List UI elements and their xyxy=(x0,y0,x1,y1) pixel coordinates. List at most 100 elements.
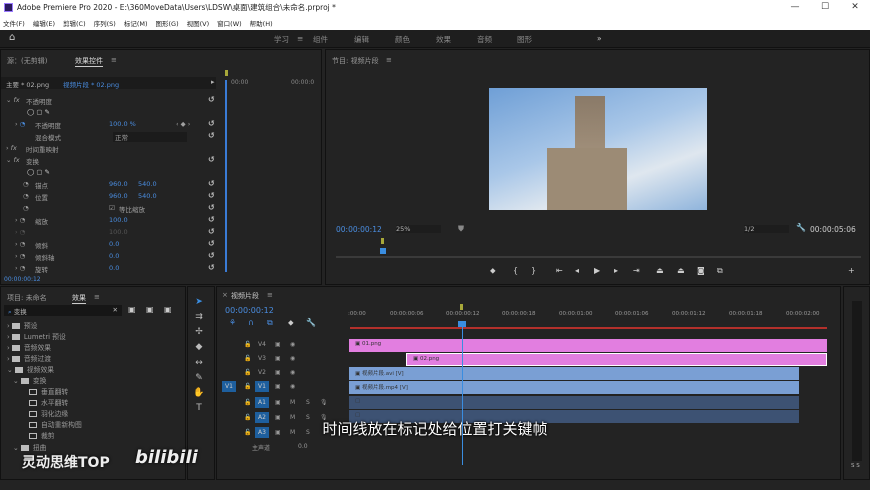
workspace-menu-icon[interactable]: ≡ xyxy=(297,34,303,43)
settings-wrench-icon[interactable]: 🔧 xyxy=(306,318,316,327)
tab-effect-controls[interactable]: 效果控件 xyxy=(75,56,103,67)
selection-tool-icon[interactable]: ➤ xyxy=(193,297,205,307)
razor-tool-icon[interactable]: ◆ xyxy=(193,342,205,352)
snap-magnet-icon[interactable]: ∩ xyxy=(248,318,254,327)
work-area-bar[interactable] xyxy=(350,327,827,329)
clip-video-mp4[interactable]: ▣ 视频片段.mp4 [V] xyxy=(349,381,799,394)
clip-01-png[interactable]: ▣ 01.png xyxy=(349,339,827,352)
go-to-in-button[interactable]: ⇤ xyxy=(556,266,563,275)
minimize-button[interactable]: — xyxy=(780,0,810,15)
workspace-more-button[interactable]: » xyxy=(597,34,602,43)
go-to-out-button[interactable]: ⇥ xyxy=(633,266,640,275)
home-icon[interactable]: ⌂ xyxy=(9,32,15,43)
effect-horizontal-flip[interactable]: 水平翻转 xyxy=(29,397,68,407)
clear-search-icon[interactable]: ✕ xyxy=(113,306,118,314)
extract-button[interactable]: ⏏ xyxy=(677,266,685,275)
menu-marker[interactable]: 标记(M) xyxy=(124,18,148,28)
tree-lumetri-presets[interactable]: › Lumetri 预设 xyxy=(7,331,66,341)
sequence-clip[interactable]: 视频片段 * 02.png xyxy=(63,79,119,89)
close-tab-icon[interactable]: × xyxy=(222,291,228,299)
opacity-value[interactable]: 100.0 % xyxy=(109,120,136,128)
menu-graphics[interactable]: 图形(G) xyxy=(156,18,179,28)
program-timecode[interactable]: 00:00:00:12 xyxy=(336,225,382,234)
meter-solo-labels[interactable]: S S xyxy=(851,463,860,469)
panel-menu-icon[interactable]: ≡ xyxy=(267,291,273,299)
panel-menu-icon[interactable]: ≡ xyxy=(386,56,392,64)
maximize-button[interactable]: ☐ xyxy=(810,0,840,15)
workspace-audio[interactable]: 音频 xyxy=(477,34,492,45)
accelerated-effects-icon[interactable]: ▣ xyxy=(128,305,136,314)
track-select-tool-icon[interactable]: ⇉ xyxy=(193,312,205,322)
tree-presets[interactable]: › 预设 xyxy=(7,320,37,330)
eye-icon[interactable]: ◉ xyxy=(290,369,295,376)
zoom-select[interactable]: 25% xyxy=(396,225,441,233)
menu-file[interactable]: 文件(F) xyxy=(3,18,25,28)
close-button[interactable]: ✕ xyxy=(840,0,870,15)
workspace-graphics[interactable]: 图形 xyxy=(517,34,532,45)
menu-view[interactable]: 视图(V) xyxy=(187,18,210,28)
pen-tool-icon[interactable]: ✎ xyxy=(193,373,205,383)
32bit-effects-icon[interactable]: ▣ xyxy=(146,305,154,314)
timeline-title[interactable]: 视频片段 xyxy=(231,291,259,301)
workspace-editing[interactable]: 编辑 xyxy=(354,34,369,45)
mark-out-button[interactable]: } xyxy=(531,266,536,275)
yuv-effects-icon[interactable]: ▣ xyxy=(164,305,172,314)
transform-section[interactable]: ⌄ fx 变换 ↺ xyxy=(1,155,216,167)
source-patch-v1[interactable]: V1 xyxy=(222,381,236,392)
clip-video-avi[interactable]: ▣ 视频片段.avi [V] xyxy=(349,367,799,380)
play-button[interactable]: ▶ xyxy=(594,266,600,275)
export-frame-camera-icon[interactable]: ◙ xyxy=(697,266,705,275)
timeline-playhead[interactable] xyxy=(462,327,463,465)
shield-icon[interactable]: ⛊ xyxy=(458,224,464,234)
scale-value[interactable]: 100.0 xyxy=(109,216,128,224)
slip-tool-icon[interactable]: ↔ xyxy=(193,358,205,368)
timeline-timecode[interactable]: 00:00:00:12 xyxy=(225,306,274,315)
eye-icon[interactable]: ◉ xyxy=(290,383,295,390)
ec-current-time[interactable]: 00:00:00:12 xyxy=(4,276,41,283)
tree-video-effects[interactable]: ⌄ 视频效果 xyxy=(7,364,54,374)
blend-mode-select[interactable]: 正常 xyxy=(113,132,187,142)
tab-project[interactable]: 项目: 未命名 xyxy=(7,293,47,303)
add-marker-button[interactable]: ⬥ xyxy=(490,266,496,276)
audio-clip-a1[interactable]: ▢ xyxy=(349,396,799,409)
play-icon[interactable]: ▸ xyxy=(211,78,215,86)
eye-icon[interactable]: ◉ xyxy=(290,355,295,362)
menu-edit[interactable]: 编辑(E) xyxy=(33,18,55,28)
add-button-plus-icon[interactable]: + xyxy=(848,266,855,275)
menu-sequence[interactable]: 序列(S) xyxy=(94,18,116,28)
tree-transform[interactable]: ⌄ 变换 xyxy=(13,375,46,385)
add-marker-icon[interactable]: ⬥ xyxy=(288,318,294,328)
effects-search-input[interactable]: ⌕ 变换 ✕ xyxy=(4,305,122,316)
eye-icon[interactable]: ◉ xyxy=(290,341,295,348)
tree-distort[interactable]: ⌄ 扭曲 xyxy=(13,442,46,452)
tree-audio-effects[interactable]: › 音频效果 xyxy=(7,342,51,352)
anchor-y[interactable]: 540.0 xyxy=(138,180,157,188)
position-y[interactable]: 540.0 xyxy=(138,192,157,200)
panel-menu-icon[interactable]: ≡ xyxy=(111,56,117,64)
menu-help[interactable]: 帮助(H) xyxy=(250,18,273,28)
workspace-color[interactable]: 颜色 xyxy=(395,34,410,45)
effect-feather-edges[interactable]: 羽化边缘 xyxy=(29,408,68,418)
position-x[interactable]: 960.0 xyxy=(109,192,128,200)
type-tool-icon[interactable]: T xyxy=(193,403,205,413)
resolution-select[interactable]: 1/2 xyxy=(744,225,789,233)
mark-in-button[interactable]: { xyxy=(513,266,518,275)
step-forward-button[interactable]: ▸ xyxy=(614,266,618,275)
program-scrubber[interactable] xyxy=(336,256,861,258)
linked-selection-icon[interactable]: ⧉ xyxy=(267,318,273,328)
time-remap-section[interactable]: › fx 时间重映射 xyxy=(1,143,216,155)
hand-tool-icon[interactable]: ✋ xyxy=(193,388,205,398)
tab-effects[interactable]: 效果 xyxy=(72,293,86,304)
ec-playhead[interactable] xyxy=(225,80,227,272)
step-back-button[interactable]: ◂ xyxy=(575,266,579,275)
anchor-x[interactable]: 960.0 xyxy=(109,180,128,188)
effect-vertical-flip[interactable]: 垂直翻转 xyxy=(29,386,68,396)
master-clip[interactable]: 主要 * 02.png xyxy=(6,79,49,89)
tab-source[interactable]: 源：(无剪辑) xyxy=(7,56,47,66)
ripple-edit-tool-icon[interactable]: ✢ xyxy=(193,327,205,337)
wrench-icon[interactable]: 🔧 xyxy=(796,223,806,232)
clip-02-png[interactable]: ▣ 02.png xyxy=(406,353,827,366)
tree-audio-transitions[interactable]: › 音频过渡 xyxy=(7,353,51,363)
nest-icon[interactable]: ⚘ xyxy=(229,318,236,327)
position-stopwatch-icon[interactable]: ◔ xyxy=(23,192,29,200)
